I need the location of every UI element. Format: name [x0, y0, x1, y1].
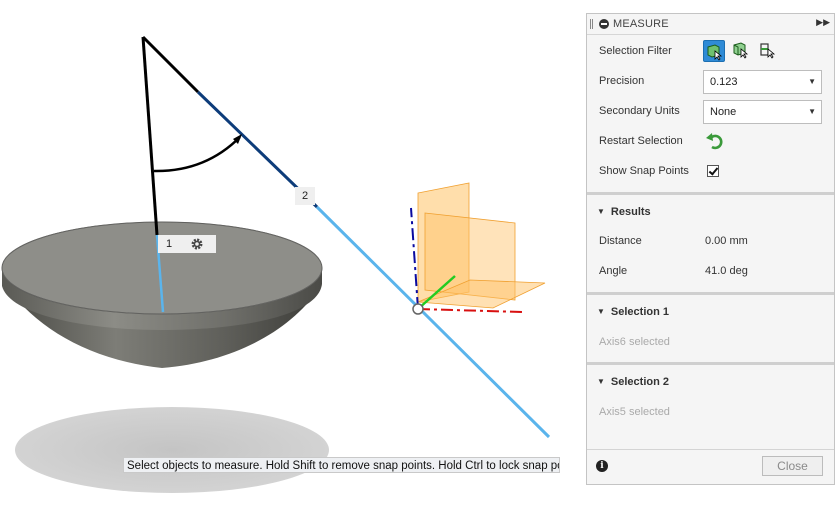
distance-label: Distance [599, 235, 642, 247]
status-hint: Select objects to measure. Hold Shift to… [123, 457, 560, 473]
panel-titlebar[interactable]: MEASURE ▶▶ [587, 14, 834, 35]
canvas-viewport[interactable]: 1 2 Select objects to measure. Hold Shif… [0, 0, 584, 512]
scene-graphics [1, 35, 551, 493]
measure-panel: MEASURE ▶▶ Selection Filter Precision 0.… [586, 13, 835, 485]
precision-label: Precision [599, 75, 645, 87]
axis-2-black [141, 35, 200, 94]
close-button[interactable]: Close [762, 456, 823, 476]
angle-value: 41.0 deg [705, 265, 748, 277]
axis-1-top [141, 36, 159, 236]
precision-row: Precision 0.123 ▼ [587, 67, 834, 97]
angle-row: Angle 41.0 deg [587, 257, 834, 287]
divider [587, 292, 834, 295]
angle-label: Angle [599, 265, 628, 277]
body-select-icon[interactable] [703, 40, 725, 62]
triad-z [410, 207, 419, 310]
selection-filter-label: Selection Filter [599, 45, 672, 57]
show-snap-points-checkbox[interactable] [707, 165, 719, 177]
selection-filter-row: Selection Filter [587, 37, 834, 67]
panel-title: MEASURE [613, 18, 669, 30]
collapse-triangle-icon: ▼ [597, 377, 605, 386]
edge-select-icon[interactable] [757, 40, 779, 62]
secondary-units-label: Secondary Units [599, 105, 680, 117]
secondary-units-value: None [710, 106, 737, 118]
precision-select[interactable]: 0.123 ▼ [703, 70, 822, 94]
selection2-header[interactable]: ▼ Selection 2 [597, 376, 669, 388]
info-icon[interactable]: i [596, 460, 608, 472]
collapse-triangle-icon: ▼ [597, 307, 605, 316]
chevron-down-icon: ▼ [808, 107, 816, 116]
restart-selection-row: Restart Selection [587, 127, 834, 157]
results-header[interactable]: ▼ Results [597, 206, 651, 218]
selection2-value: Axis5 selected [599, 406, 670, 418]
panel-footer: i Close [587, 449, 834, 484]
point-label-2: 2 [295, 187, 315, 205]
selection1-header[interactable]: ▼ Selection 1 [597, 306, 669, 318]
angle-arc [153, 136, 241, 173]
triad-x [417, 308, 523, 313]
show-snap-points-row: Show Snap Points [587, 157, 834, 187]
drag-handle-icon[interactable] [590, 19, 593, 29]
secondary-units-row: Secondary Units None ▼ [587, 97, 834, 127]
restart-selection-icon[interactable] [703, 130, 725, 152]
chevron-down-icon: ▼ [808, 77, 816, 86]
divider [587, 362, 834, 365]
collapse-icon[interactable] [599, 19, 609, 29]
expand-icon[interactable]: ▶▶ [816, 17, 830, 28]
shadow [15, 407, 329, 493]
gear-icon[interactable] [190, 237, 204, 251]
selection1-value: Axis6 selected [599, 336, 670, 348]
restart-selection-label: Restart Selection [599, 135, 683, 147]
precision-value: 0.123 [710, 76, 738, 88]
collapse-triangle-icon: ▼ [597, 207, 605, 216]
divider [587, 192, 834, 195]
distance-value: 0.00 mm [705, 235, 748, 247]
show-snap-points-label: Show Snap Points [599, 165, 689, 177]
point-label-1: 1 [158, 235, 216, 253]
origin-point [412, 303, 424, 315]
secondary-units-select[interactable]: None ▼ [703, 100, 822, 124]
face-select-icon[interactable] [730, 40, 752, 62]
distance-row: Distance 0.00 mm [587, 227, 834, 257]
